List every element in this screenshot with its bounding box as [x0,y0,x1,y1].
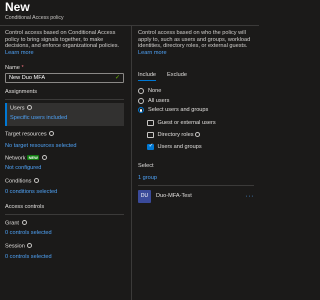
checkbox-directory-roles[interactable]: Directory roles [138,129,254,141]
radio-button-selected[interactable] [138,107,144,114]
select-count-link[interactable]: 1 group [138,175,254,181]
name-field-group: Name * New Duo MFA ✓ [5,65,124,84]
policy-settings-panel: Control access based on Conditional Acce… [5,30,124,260]
checkbox-guest-users[interactable]: Guest or external users [138,117,254,129]
name-label: Name [5,65,20,72]
grant-control: Grant 0 controls selected [5,219,124,236]
radio-label: All users [148,97,170,104]
checkmark-icon: ✓ [114,75,120,82]
conditions-label: Conditions [5,178,32,185]
info-icon[interactable] [34,178,39,184]
grant-label: Grant [5,220,19,227]
selected-group-row: DU Duo-MFA-Test ··· [138,189,254,204]
network-assignment: Network NEW Not configured [5,154,124,171]
session-control: Session 0 controls selected [5,243,124,260]
users-description: Control access based on who the policy w… [138,30,254,56]
target-resources-assignment: Target resources No target resources sel… [5,131,124,149]
session-label: Session [5,243,25,250]
users-assignment[interactable]: Users Specific users included [5,103,124,127]
info-icon[interactable] [27,243,33,249]
radio-select-users-and-groups[interactable]: Select users and groups [138,105,254,115]
select-heading: Select [138,162,154,169]
avatar: DU [138,189,151,203]
learn-more-link[interactable]: Learn more [5,50,34,56]
conditions-assignment: Conditions 0 conditions selected [5,178,124,195]
target-resources-label: Target resources [5,131,47,138]
include-exclude-tabs: Include Exclude [138,72,254,82]
grant-value[interactable]: 0 controls selected [5,230,124,236]
learn-more-link[interactable]: Learn more [138,50,167,56]
session-value[interactable]: 0 controls selected [5,254,124,260]
required-marker: * [21,65,24,72]
checkbox-label: Guest or external users [157,119,216,126]
network-label: Network [5,155,26,162]
users-value[interactable]: Specific users included [10,115,121,121]
radio-button[interactable] [138,97,144,104]
policy-description-text: Control access based on Conditional Acce… [5,30,120,50]
user-scope-radio-group: None All users Select users and groups [138,86,254,115]
checkbox-label: Users and groups [157,143,202,150]
users-description-text: Control access based on who the policy w… [138,30,251,50]
header-divider [0,25,259,26]
page-title: New [5,0,30,14]
info-icon[interactable] [21,219,27,225]
access-controls-heading: Access controls [5,203,45,210]
conditions-value[interactable]: 0 conditions selected [5,189,124,195]
tab-exclude[interactable]: Exclude [167,72,187,81]
radio-button[interactable] [138,88,144,95]
checkbox-users-and-groups[interactable]: Users and groups [138,141,254,153]
checkbox[interactable] [147,119,154,127]
selected-group-name: Duo-MFA-Test [156,193,192,200]
page-header: New Conditional Access policy [5,0,64,22]
info-icon[interactable] [41,154,47,160]
more-icon[interactable]: ··· [246,193,255,200]
target-resources-value[interactable]: No target resources selected [5,143,124,149]
access-controls-divider [5,213,124,215]
radio-none[interactable]: None [138,86,254,96]
info-icon[interactable] [27,105,33,111]
tab-include[interactable]: Include [138,72,157,82]
assignments-divider [5,99,124,101]
page-subtitle: Conditional Access policy [5,15,64,21]
network-value[interactable]: Not configured [5,165,124,171]
radio-label: None [148,88,162,95]
policy-description: Control access based on Conditional Acce… [5,30,124,56]
policy-name-value: New Duo MFA [9,75,46,82]
users-panel: Control access based on who the policy w… [138,30,254,204]
user-type-checkbox-group: Guest or external users Directory roles … [138,117,254,153]
info-icon[interactable] [49,131,55,137]
info-icon[interactable] [194,132,200,138]
checkbox-label: Directory roles [157,131,194,138]
checkbox-checked[interactable] [147,143,154,151]
select-divider [138,184,254,186]
users-label: Users [10,105,25,112]
policy-name-input[interactable]: New Duo MFA ✓ [5,73,124,84]
radio-all-users[interactable]: All users [138,96,254,106]
assignments-heading: Assignments [5,89,38,96]
checkbox[interactable] [147,131,154,139]
radio-label: Select users and groups [148,107,209,114]
new-badge: NEW [27,154,40,160]
column-divider [131,26,132,300]
